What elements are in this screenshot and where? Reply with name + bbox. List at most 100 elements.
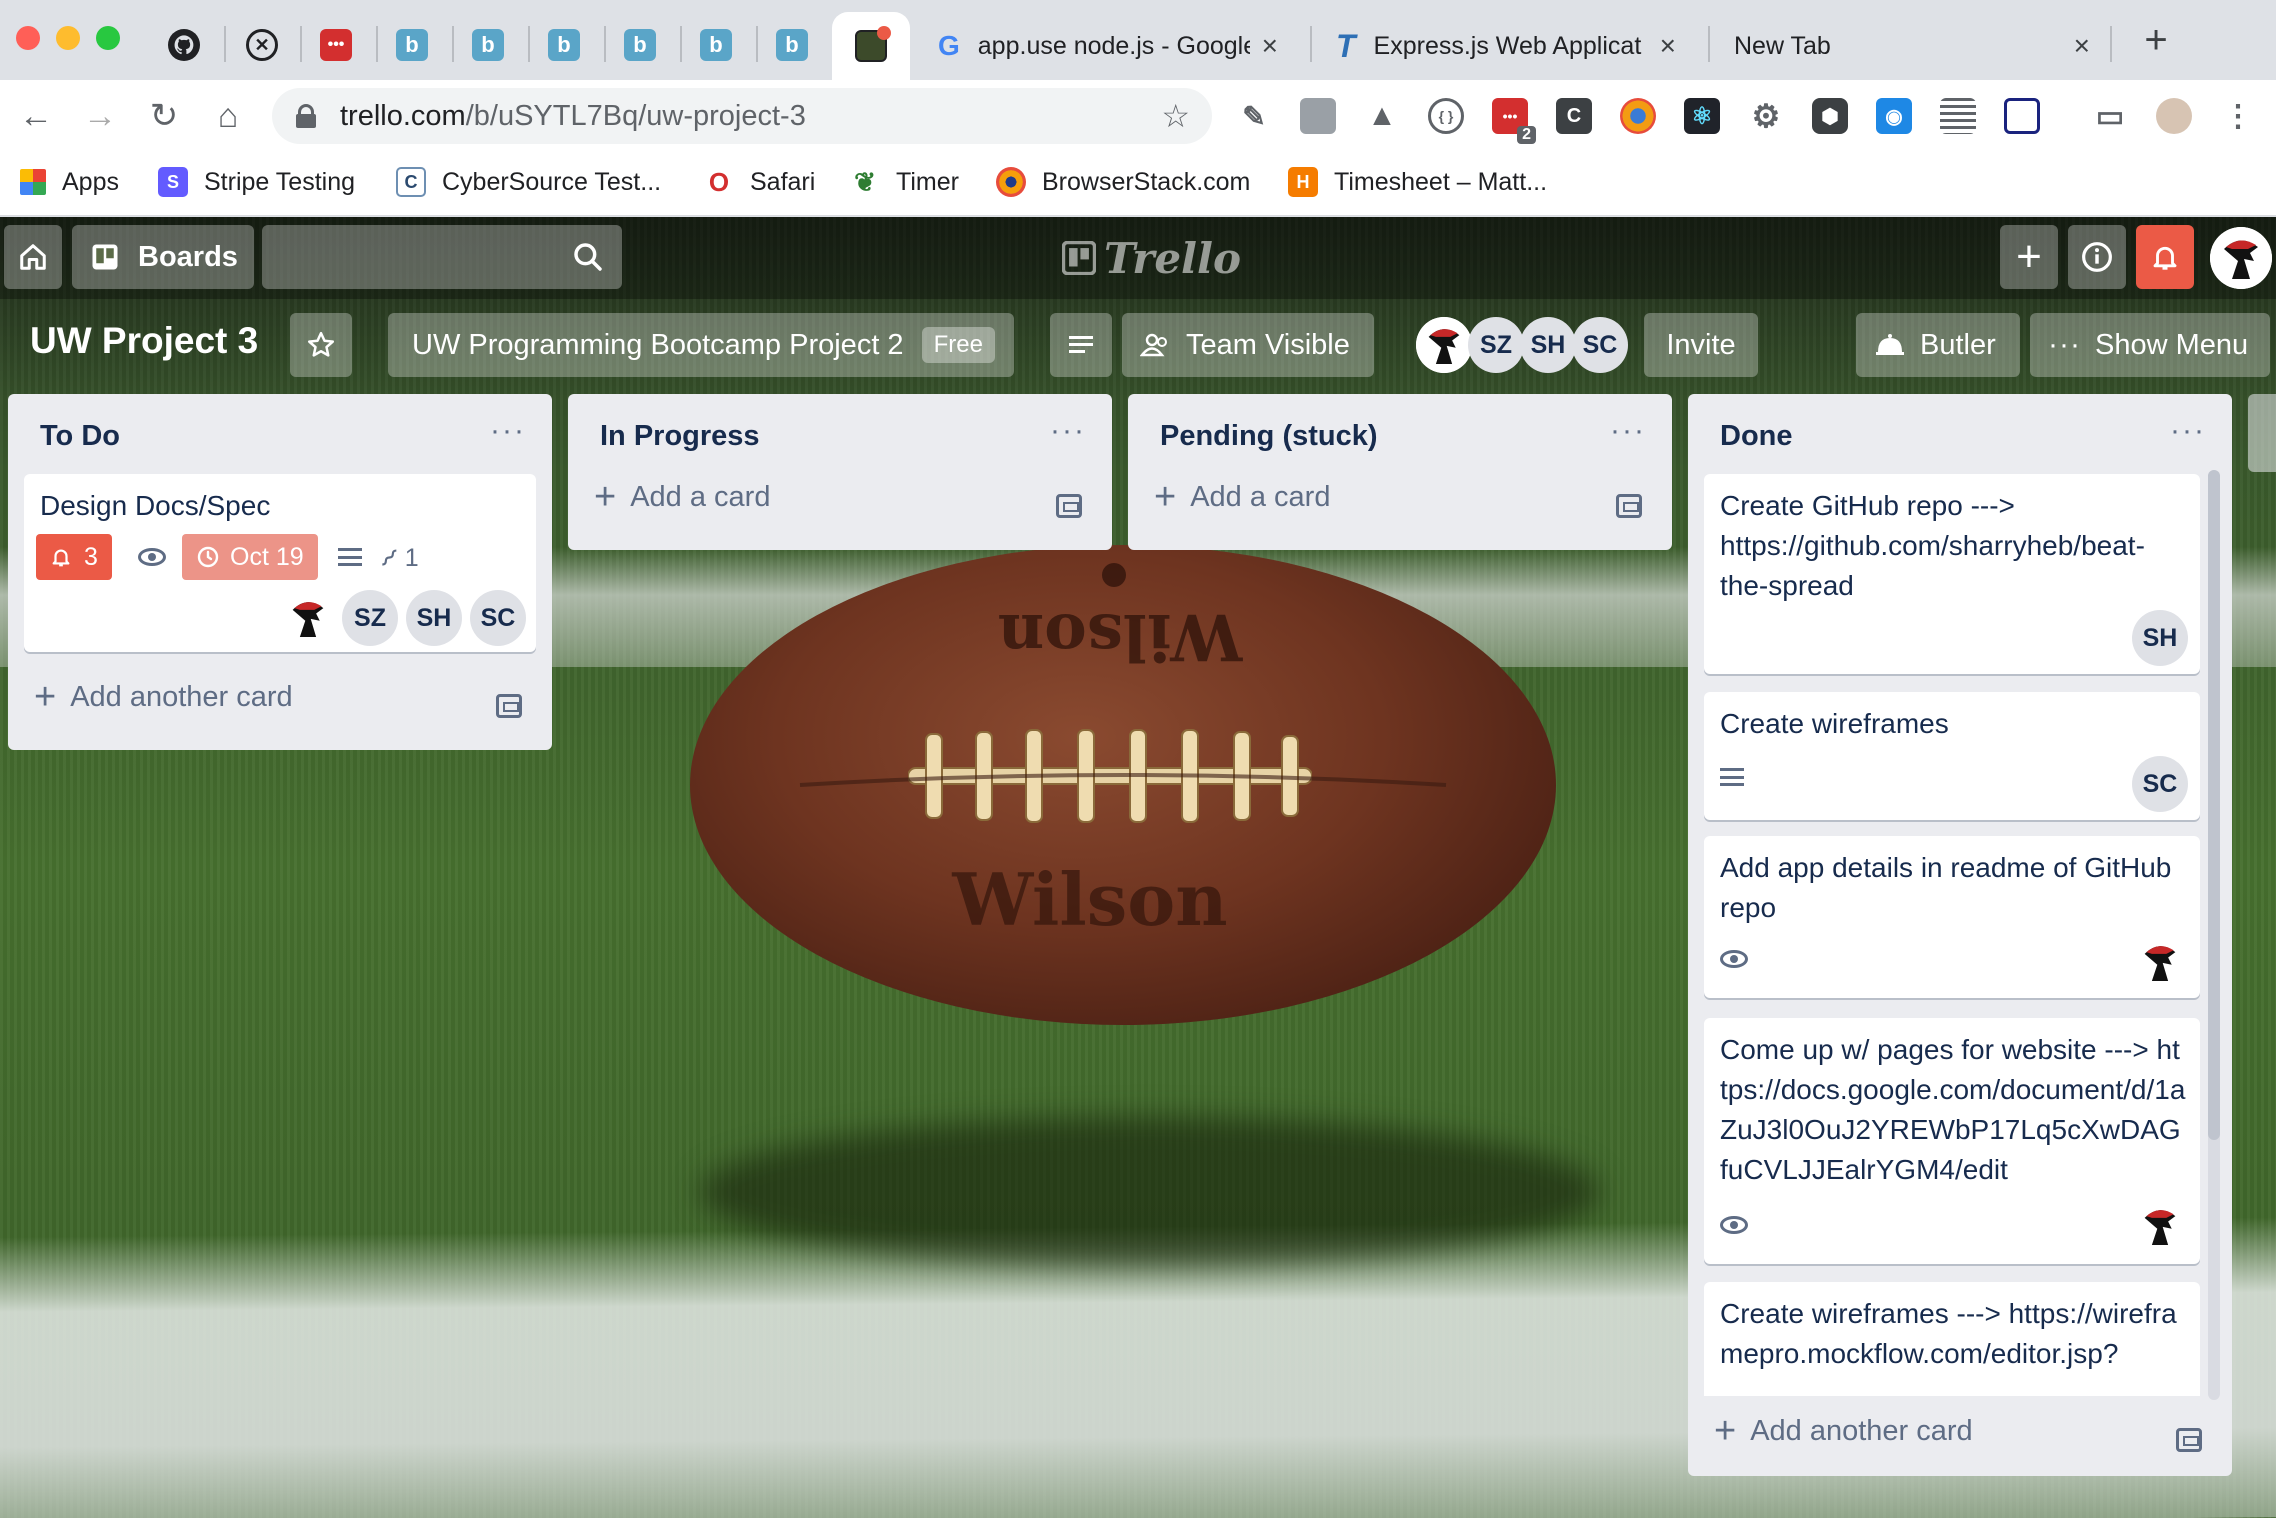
close-tab-icon[interactable]: × [1660, 30, 1676, 62]
chrome-menu-icon[interactable]: ⋮ [2220, 98, 2256, 134]
member-avatar[interactable]: SC [1572, 317, 1628, 373]
add-card-button[interactable]: + Add another card [1714, 1410, 1973, 1453]
card-member-avatar[interactable]: SC [2132, 756, 2188, 812]
list-title[interactable]: Done [1720, 420, 1793, 453]
member-avatar[interactable]: SH [1520, 317, 1576, 373]
member-avatar[interactable]: SZ [1468, 317, 1524, 373]
card-member-avatar[interactable]: SC [470, 590, 526, 646]
card-come-up-with-pages[interactable]: Come up w/ pages for website ---> https:… [1704, 1018, 2200, 1264]
react-devtools-icon[interactable]: ⚛ [1684, 98, 1720, 134]
reload-icon[interactable]: ↻ [140, 92, 188, 140]
list-menu-icon[interactable]: ··· [490, 414, 526, 448]
new-tab-button[interactable]: + [2136, 18, 2176, 62]
pinned-tab-b4[interactable]: b [608, 20, 672, 70]
list-menu-icon[interactable]: ··· [1050, 414, 1086, 448]
card-create-wireframes[interactable]: Create wireframes SC [1704, 692, 2200, 820]
bookmark-star-icon[interactable]: ☆ [1161, 97, 1190, 135]
info-button[interactable] [2068, 225, 2126, 289]
gear-extension-icon[interactable]: ⚙ [1748, 98, 1784, 134]
back-icon[interactable]: ← [12, 92, 60, 140]
pinned-tab-b6[interactable]: b [760, 20, 824, 70]
tab-google-search[interactable]: G app.use node.js - Google × [918, 12, 1298, 80]
add-card-button[interactable]: + Add a card [1154, 476, 1330, 519]
card-member-avatar[interactable]: SH [2132, 610, 2188, 666]
c-extension-icon[interactable]: C [1556, 98, 1592, 134]
close-tab-icon[interactable]: × [2074, 30, 2090, 62]
card-create-github-repo[interactable]: Create GitHub repo ---> https://github.c… [1704, 474, 2200, 674]
ruler-extension-icon[interactable] [2004, 98, 2040, 134]
card-create-wireframes-link[interactable]: Create wireframes ---> https://wireframe… [1704, 1282, 2200, 1396]
invite-button[interactable]: Invite [1644, 313, 1758, 377]
pinned-tab-b1[interactable]: b [380, 20, 444, 70]
member-avatar-owner[interactable] [1416, 317, 1472, 373]
done-card-scroll-area[interactable]: Create GitHub repo ---> https://github.c… [1688, 468, 2232, 1396]
boards-button[interactable]: Boards [72, 225, 254, 289]
zoom-window-button[interactable] [96, 26, 120, 50]
bookmark-timesheet[interactable]: H Timesheet – Matt... [1288, 162, 1547, 202]
list-title[interactable]: In Progress [600, 420, 760, 453]
pinned-tab-b2[interactable]: b [456, 20, 520, 70]
bookmark-safari[interactable]: O Safari [704, 162, 815, 202]
visibility-button[interactable]: Team Visible [1122, 313, 1374, 377]
list-scrollbar-thumb[interactable] [2208, 470, 2220, 1140]
address-bar[interactable]: trello.com/b/uSYTL7Bq/uw-project-3 ☆ [272, 88, 1212, 144]
close-window-button[interactable] [16, 26, 40, 50]
tab-new-tab[interactable]: New Tab × [1714, 12, 2110, 80]
card-member-avatar-owner[interactable] [2132, 934, 2188, 990]
card-add-app-details[interactable]: Add app details in readme of GitHub repo [1704, 836, 2200, 998]
pinned-tab-b3[interactable]: b [532, 20, 596, 70]
add-card-button[interactable]: + Add a card [594, 476, 770, 519]
pinned-tab-x[interactable]: ✕ [230, 20, 294, 70]
card-member-avatar-owner[interactable] [2132, 1198, 2188, 1254]
drive-extension-icon[interactable]: ▲ [1364, 98, 1400, 134]
bookmark-browserstack[interactable]: BrowserStack.com [996, 162, 1250, 202]
bookmark-apps[interactable]: Apps [20, 162, 119, 202]
code-extension-icon[interactable]: { } [1428, 98, 1464, 134]
board-menu-button[interactable] [1050, 313, 1112, 377]
profile-avatar[interactable] [2156, 98, 2192, 134]
due-date-badge[interactable]: Oct 19 [182, 534, 318, 580]
team-button[interactable]: UW Programming Bootcamp Project 2 Free [388, 313, 1014, 377]
card-member-avatar[interactable]: SZ [342, 590, 398, 646]
pinned-tab-red[interactable]: ••• [304, 20, 368, 70]
home-icon[interactable]: ⌂ [204, 92, 252, 140]
user-avatar[interactable] [2210, 227, 2272, 289]
pinned-tab-github[interactable] [152, 20, 216, 70]
star-board-button[interactable] [290, 313, 352, 377]
blue-extension-icon[interactable]: ◉ [1876, 98, 1912, 134]
notifications-button[interactable] [2136, 225, 2194, 289]
pinned-tab-b5[interactable]: b [684, 20, 748, 70]
home-button[interactable] [4, 225, 62, 289]
card-design-docs[interactable]: Design Docs/Spec 3 Oct 19 ⌇ 1 SZ SH SC [24, 474, 536, 652]
tab-express[interactable]: T Express.js Web Applicat × [1316, 12, 1696, 80]
close-tab-icon[interactable]: × [1262, 30, 1278, 62]
color-extension-icon[interactable] [1620, 98, 1656, 134]
board-title[interactable]: UW Project 3 [30, 320, 258, 362]
minimize-window-button[interactable] [56, 26, 80, 50]
butler-button[interactable]: Butler [1856, 313, 2020, 377]
eyedropper-extension-icon[interactable]: ✎ [1236, 98, 1272, 134]
card-member-avatar[interactable]: SH [406, 590, 462, 646]
card-template-icon[interactable] [2176, 1428, 2202, 1452]
forward-icon[interactable]: → [76, 92, 124, 140]
briefcase-extension-icon[interactable] [1300, 98, 1336, 134]
card-template-icon[interactable] [1056, 494, 1082, 518]
card-template-icon[interactable] [1616, 494, 1642, 518]
card-template-icon[interactable] [496, 694, 522, 718]
hex-extension-icon[interactable]: ⬢ [1812, 98, 1848, 134]
create-button[interactable]: + [2000, 225, 2058, 289]
show-menu-button[interactable]: ··· Show Menu [2030, 313, 2270, 377]
list-menu-icon[interactable]: ··· [1610, 414, 1646, 448]
pinned-tab-trello-active[interactable] [832, 12, 910, 80]
bookmark-stripe[interactable]: S Stripe Testing [158, 162, 355, 202]
red-extension-icon[interactable]: ••• 2 [1492, 98, 1536, 144]
list-menu-icon[interactable]: ··· [2170, 414, 2206, 448]
trello-logo[interactable]: Trello [1062, 234, 1241, 283]
card-member-avatar-owner[interactable] [280, 590, 336, 646]
add-list-edge[interactable] [2248, 394, 2276, 472]
bookmark-timer[interactable]: ❦ Timer [850, 162, 959, 202]
cast-icon[interactable]: ▭ [2092, 98, 2128, 134]
list-title[interactable]: To Do [40, 420, 120, 453]
list-title[interactable]: Pending (stuck) [1160, 420, 1378, 453]
add-card-button[interactable]: + Add another card [34, 676, 293, 719]
